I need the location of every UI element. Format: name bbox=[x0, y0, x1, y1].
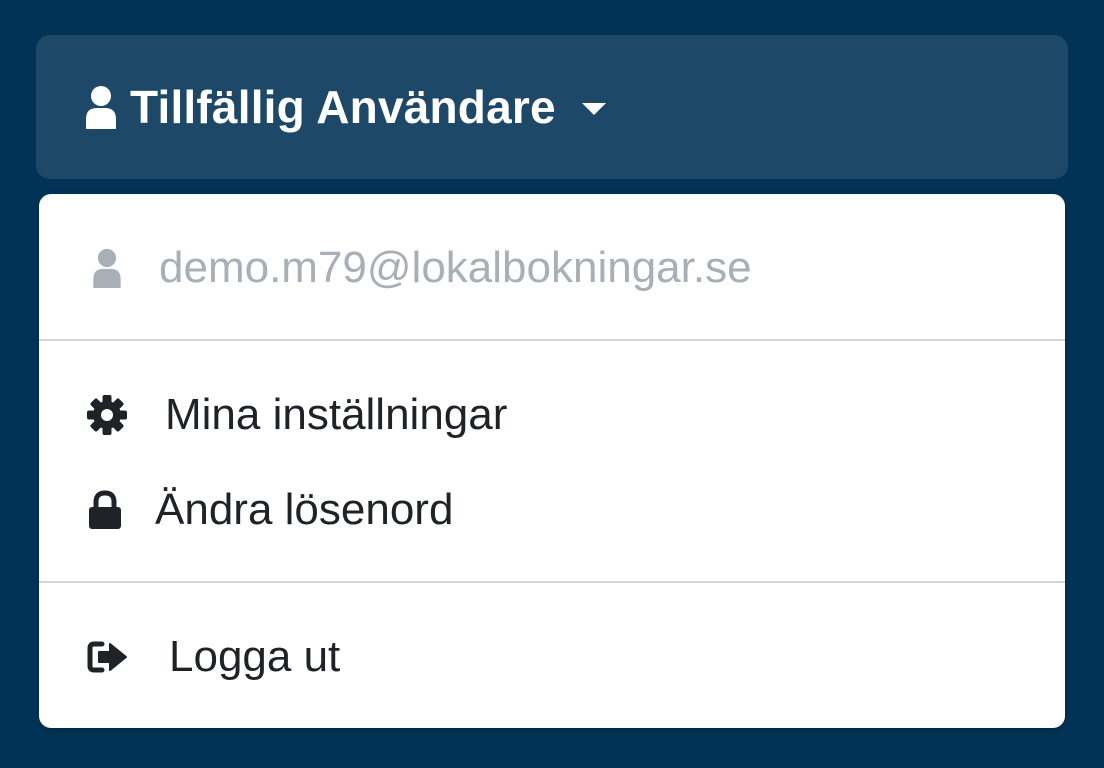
dropdown-divider bbox=[39, 339, 1065, 341]
user-name-label: Tillfällig Användare bbox=[130, 81, 556, 133]
menu-item-settings-label: Mina inställningar bbox=[165, 390, 508, 439]
user-menu-toggle[interactable]: Tillfällig Användare bbox=[36, 35, 1068, 179]
user-icon bbox=[85, 246, 129, 290]
user-icon bbox=[84, 85, 118, 129]
menu-item-logout-label: Logga ut bbox=[169, 632, 341, 681]
menu-item-change-password[interactable]: Ändra lösenord bbox=[39, 470, 1065, 550]
gear-icon bbox=[85, 393, 129, 437]
dropdown-divider bbox=[39, 581, 1065, 583]
user-email-text: demo.m79@lokalbokningar.se bbox=[159, 243, 752, 292]
caret-down-icon bbox=[581, 103, 606, 115]
lock-icon bbox=[83, 488, 127, 532]
sign-out-icon bbox=[85, 635, 129, 679]
menu-item-logout[interactable]: Logga ut bbox=[39, 617, 1065, 697]
menu-item-settings[interactable]: Mina inställningar bbox=[39, 375, 1065, 455]
user-dropdown-menu: demo.m79@lokalbokningar.se Mina inställn… bbox=[39, 194, 1065, 728]
menu-item-change-password-label: Ändra lösenord bbox=[155, 485, 454, 534]
dropdown-header-email: demo.m79@lokalbokningar.se bbox=[39, 228, 1065, 308]
